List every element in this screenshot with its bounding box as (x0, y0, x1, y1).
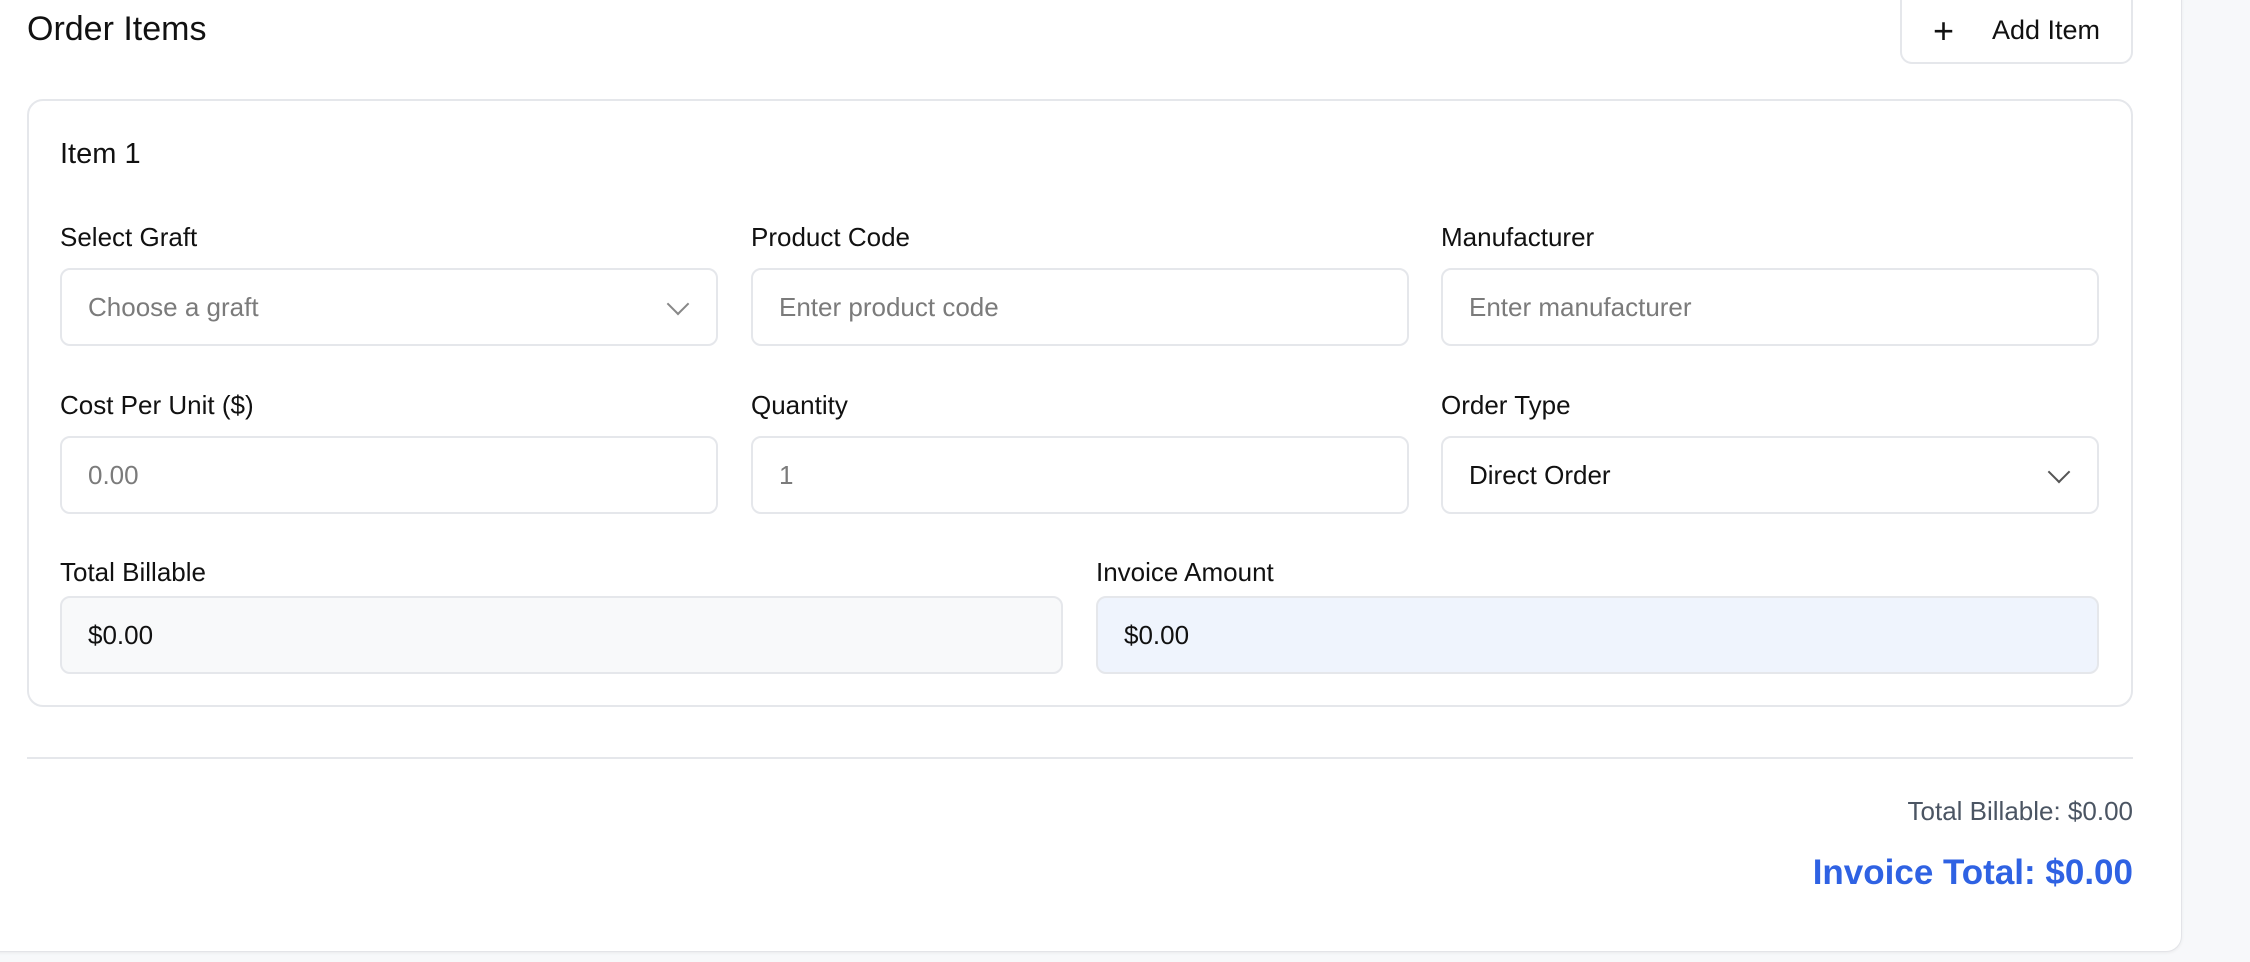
manufacturer-label: Manufacturer (1441, 222, 1595, 252)
invoice-amount-value: $0.00 (1124, 619, 1190, 650)
plus-icon: + (1932, 10, 1954, 51)
invoice-amount-field[interactable]: $0.00 (1096, 596, 2099, 674)
order-type-label: Order Type (1441, 390, 1571, 420)
cost-per-unit-placeholder: 0.00 (88, 459, 139, 490)
item-title: Item 1 (60, 138, 141, 170)
select-graft-label: Select Graft (60, 222, 198, 252)
divider (27, 757, 2133, 759)
order-type-value: Direct Order (1469, 459, 1611, 490)
total-billable-label: Total Billable (60, 557, 206, 587)
cost-per-unit-input[interactable]: 0.00 (60, 436, 718, 514)
manufacturer-placeholder: Enter manufacturer (1469, 291, 1692, 322)
product-code-label: Product Code (751, 222, 910, 252)
chevron-down-icon (666, 292, 690, 316)
quantity-input[interactable]: 1 (751, 436, 1409, 514)
product-code-input[interactable]: Enter product code (751, 268, 1409, 346)
section-title: Order Items (27, 10, 207, 48)
quantity-label: Quantity (751, 390, 848, 420)
total-billable-field: $0.00 (60, 596, 1063, 674)
manufacturer-input[interactable]: Enter manufacturer (1441, 268, 2099, 346)
summary-total-billable: Total Billable: $0.00 (1907, 796, 2133, 826)
invoice-amount-label: Invoice Amount (1096, 557, 1274, 587)
add-item-label: Add Item (1991, 15, 2101, 45)
order-type-select[interactable]: Direct Order (1441, 436, 2099, 514)
total-billable-value: $0.00 (88, 619, 154, 650)
add-item-button[interactable]: + Add Item (1900, 0, 2133, 64)
product-code-placeholder: Enter product code (779, 291, 999, 322)
cost-per-unit-label: Cost Per Unit ($) (60, 390, 254, 420)
quantity-value: 1 (779, 459, 794, 490)
select-graft-placeholder: Choose a graft (88, 291, 259, 322)
summary-invoice-total: Invoice Total: $0.00 (1812, 853, 2133, 892)
select-graft-dropdown[interactable]: Choose a graft (60, 268, 718, 346)
chevron-down-icon (2047, 460, 2071, 484)
